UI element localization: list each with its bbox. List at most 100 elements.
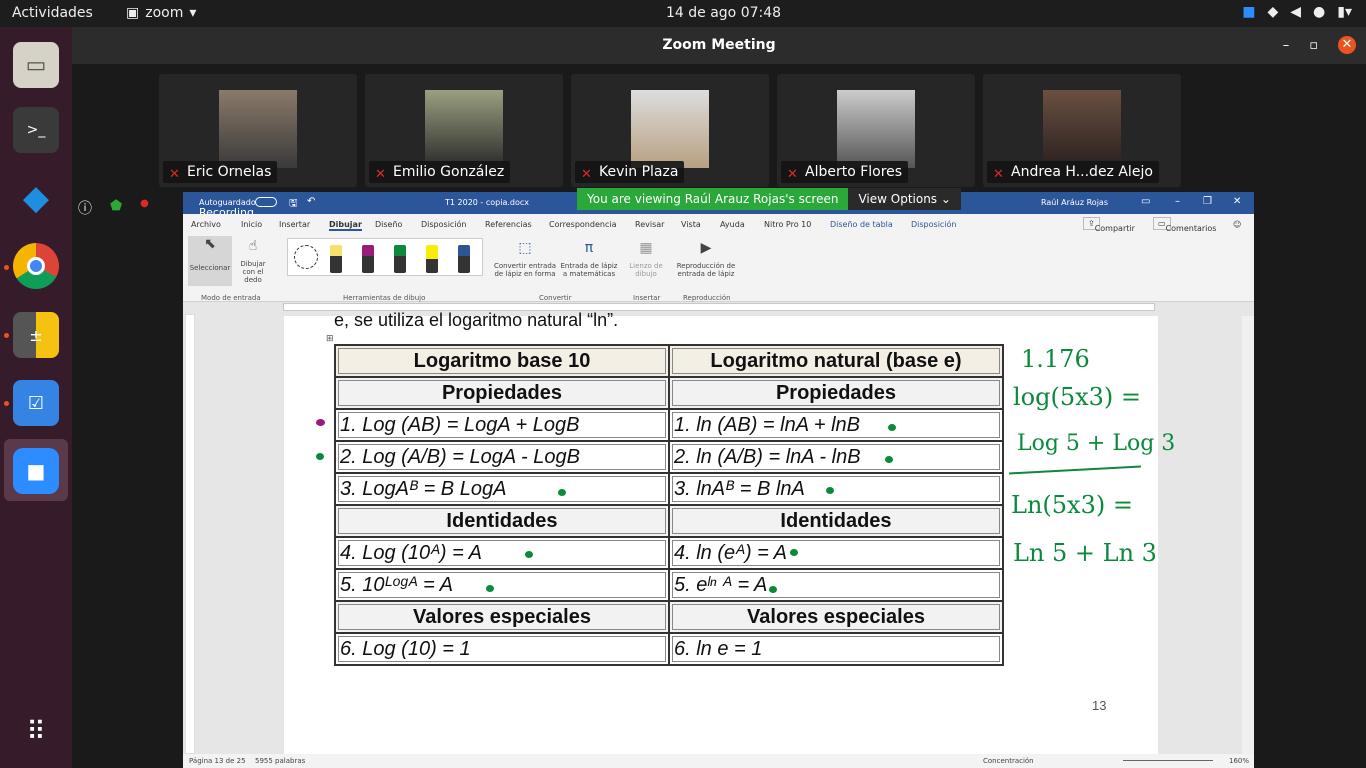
zoom-tray-icon[interactable]: ■ [1242, 4, 1255, 20]
tab-dibujar[interactable]: Dibujar [329, 220, 362, 231]
shield-icon[interactable]: ⬟ [110, 198, 122, 218]
tab-correspondencia[interactable]: Correspondencia [549, 220, 616, 229]
share-button[interactable]: ⇪ Compartir [1083, 217, 1135, 233]
ribbon-display-icon[interactable]: ▭ [1141, 196, 1150, 207]
app-menu[interactable]: ▣ zoom ▾ [126, 5, 196, 21]
autosave-toggle[interactable] [255, 197, 277, 207]
chevron-down-icon: ⌄ [940, 192, 951, 206]
participant-name: Alberto Flores [805, 164, 903, 180]
convert-shape-button[interactable]: ⬚ Convertir entrada de lápiz en forma [493, 240, 557, 278]
clock[interactable]: 14 de ago 07:48 [666, 5, 781, 21]
restore-icon[interactable]: ❐ [1203, 196, 1212, 207]
pen-yellow-icon[interactable] [330, 245, 342, 273]
vertical-scrollbar[interactable] [1242, 316, 1254, 754]
meeting-info-bar: ⓘ ⬟ ● [78, 198, 149, 218]
chrome-icon[interactable] [13, 243, 59, 289]
muted-mic-icon: ✕ [375, 167, 386, 182]
select-button[interactable]: ⬉ Seleccionar [188, 236, 232, 286]
tab-insertar[interactable]: Insertar [279, 220, 310, 229]
participant-tile[interactable]: ✕ Kevin Plaza [571, 74, 769, 187]
table-cell: 6. Log (10) = 1 [334, 632, 670, 666]
vscode-icon[interactable]: ◆ [13, 175, 59, 221]
highlighter-icon[interactable] [426, 245, 438, 273]
document-page[interactable]: e, se utiliza el logaritmo natural “ln”.… [284, 310, 1158, 754]
participant-video [425, 90, 503, 168]
tab-inicio[interactable]: Inicio [241, 220, 262, 229]
draw-finger-button[interactable]: ☝ Dibujar con el dedo [233, 238, 273, 284]
save-icon[interactable]: 🖫 [289, 196, 298, 213]
screen-share-banner: You are viewing Raúl Arauz Rojas's scree… [577, 188, 961, 210]
tab-diseno-tabla[interactable]: Diseño de tabla [830, 220, 893, 229]
vertical-ruler[interactable] [185, 314, 195, 754]
section-heading: Identidades [668, 504, 1004, 538]
view-options-label: View Options [858, 192, 938, 206]
battery-icon[interactable]: ▮▾ [1337, 4, 1352, 20]
wifi-icon[interactable]: ◆ [1267, 4, 1278, 20]
tab-disposicion-tabla[interactable]: Disposición [911, 220, 957, 229]
canvas-button[interactable]: ▦ Lienzo de dibujo [629, 240, 663, 278]
minimize-icon[interactable]: – [1175, 196, 1180, 207]
lasso-icon[interactable] [294, 245, 318, 269]
system-top-bar: Actividades ▣ zoom ▾ 14 de ago 07:48 ■ ◆ ◀ ● ▮… [0, 0, 1366, 27]
table-cell: 6. ln e = 1 [668, 632, 1004, 666]
pen-galaxy-icon[interactable] [458, 245, 470, 273]
info-icon[interactable]: ⓘ [78, 198, 92, 218]
account-name[interactable]: Raúl Aráuz Rojas [1041, 198, 1108, 207]
tab-referencias[interactable]: Referencias [485, 220, 532, 229]
pen-purple-icon[interactable] [362, 245, 374, 273]
files-icon[interactable]: ▭ [13, 42, 59, 88]
close-icon[interactable]: ✕ [1338, 36, 1356, 54]
zoom-app-icon[interactable]: ■ [13, 448, 59, 494]
comments-label: Comentarios [1165, 224, 1217, 233]
view-options-button[interactable]: View Options ⌄ [848, 188, 961, 210]
maximize-icon[interactable]: ▫ [1309, 27, 1318, 64]
calculator-icon[interactable]: ± [13, 312, 59, 358]
muted-mic-icon: ✕ [787, 167, 798, 182]
table-move-handle[interactable]: ⊞ [326, 334, 334, 344]
minimize-icon[interactable]: – [1283, 27, 1290, 64]
tab-ayuda[interactable]: Ayuda [720, 220, 745, 229]
volume-icon[interactable]: ◀ [1290, 4, 1301, 20]
tab-archivo[interactable]: Archivo [191, 220, 221, 229]
tab-revisar[interactable]: Revisar [635, 220, 664, 229]
participant-tile[interactable]: ✕ Emilio González [365, 74, 563, 187]
comments-button[interactable]: ▭ Comentarios [1153, 217, 1216, 233]
tab-vista[interactable]: Vista [681, 220, 701, 229]
zoom-level[interactable]: 160% [1229, 757, 1249, 765]
tab-disposicion[interactable]: Disposición [421, 220, 467, 229]
participant-name: Eric Ornelas [187, 164, 272, 180]
activities-button[interactable]: Actividades [12, 5, 93, 21]
participant-name: Andrea H...dez Alejo [1011, 164, 1153, 180]
ink-math-button[interactable]: π Entrada de lápiz a matemáticas [559, 240, 619, 278]
participant-tile[interactable]: ✕ Alberto Flores [777, 74, 975, 187]
tab-diseno[interactable]: Diseño [375, 220, 402, 229]
tasks-icon[interactable]: ☑ [13, 380, 59, 426]
tab-nitro[interactable]: Nitro Pro 10 [764, 220, 811, 229]
share-label: Compartir [1094, 224, 1135, 233]
participant-tile[interactable]: ✕ Andrea H...dez Alejo [983, 74, 1181, 187]
intro-text: e, se utiliza el logaritmo natural “ln”. [334, 310, 619, 330]
ink-replay-button[interactable]: ▶ Reproducción de entrada de lápiz [673, 240, 739, 278]
document-title[interactable]: T1 2020 - copia.docx [445, 198, 529, 207]
ink-mark [790, 549, 798, 556]
participant-video [837, 90, 915, 168]
table-cell: 2. ln (A/B) = lnA - lnB [668, 440, 1004, 474]
zoom-slider[interactable] [1123, 760, 1213, 761]
page-number: 13 [1092, 698, 1107, 713]
terminal-icon[interactable]: >_ [13, 107, 59, 153]
show-apps-icon[interactable]: ⠿ [13, 709, 59, 755]
mic-icon[interactable]: ● [1313, 4, 1325, 20]
system-tray[interactable]: ■ ◆ ◀ ● ▮▾ [1242, 4, 1352, 20]
feedback-icon[interactable]: ☺ [1233, 220, 1241, 229]
focus-mode[interactable]: Concentración [983, 757, 1034, 765]
participant-tile[interactable]: ✕ Eric Ornelas [159, 74, 357, 187]
word-count[interactable]: 5955 palabras [255, 757, 305, 765]
undo-icon[interactable]: ↶ [307, 196, 315, 207]
section-heading: Valores especiales [668, 600, 1004, 634]
cursor-icon: ⬉ [204, 236, 216, 252]
page-count[interactable]: Página 13 de 25 [189, 757, 246, 765]
table-cell: 3. lnAᴮ = B lnA [668, 472, 1004, 506]
pen-green-icon[interactable] [394, 245, 406, 273]
participant-video [1043, 90, 1121, 168]
close-icon[interactable]: ✕ [1233, 196, 1241, 207]
